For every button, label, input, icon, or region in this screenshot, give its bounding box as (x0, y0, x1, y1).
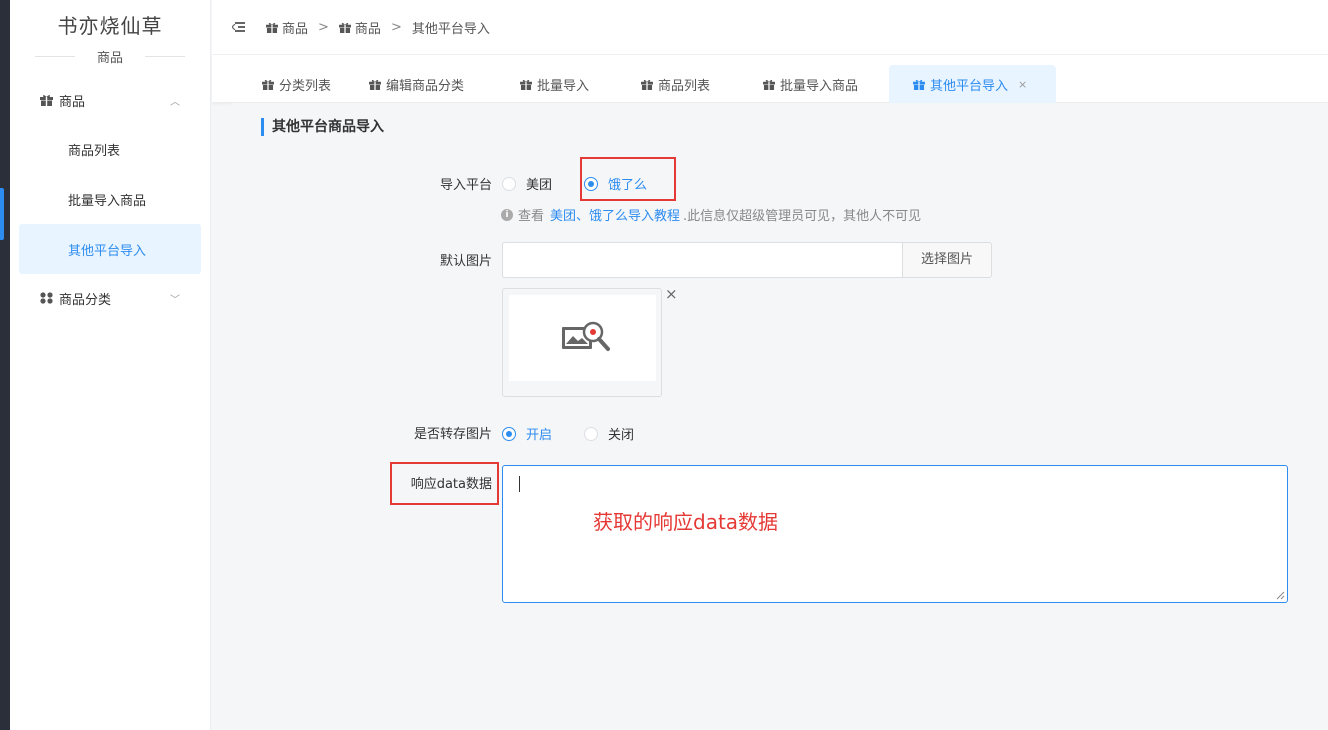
tab-category-list[interactable]: 分类列表 (262, 65, 331, 103)
radio-label: 美团 (526, 178, 553, 193)
radio-label: 开启 (526, 428, 553, 443)
sidebar-group-label: 商品 (59, 94, 86, 110)
radio-circle (584, 426, 598, 441)
hint-suffix: .此信息仅超级管理员可见，其他人不可见 (683, 209, 922, 224)
gift-icon (40, 95, 53, 106)
radio-circle (502, 426, 516, 441)
sidebar-item-batch-import[interactable]: 批量导入商品 (19, 174, 201, 224)
tab-other-platform-import[interactable]: 其他平台导入 × (889, 65, 1056, 103)
radio-disable[interactable]: 关闭 (584, 424, 634, 443)
default-image-label: 默认图片 (439, 254, 492, 269)
gift-icon (913, 79, 925, 90)
breadcrumb-separator: > (318, 19, 329, 35)
choose-image-button[interactable]: 选择图片 (902, 242, 992, 278)
highlight-box-platform (580, 157, 676, 201)
sidebar-item-goods-list[interactable]: 商品列表 (19, 124, 201, 174)
save-image-label: 是否转存图片 (413, 427, 492, 442)
remove-image-icon[interactable]: × (665, 285, 678, 303)
info-icon: i (501, 208, 513, 221)
sidebar-group-category[interactable]: 商品分类 ﹀ (10, 274, 210, 322)
tab-label: 分类列表 (279, 78, 332, 94)
tab-label: 其他平台导入 (930, 78, 1009, 94)
gift-icon (262, 79, 274, 90)
close-icon[interactable]: × (1018, 78, 1027, 91)
breadcrumb-current: 其他平台导入 (411, 21, 490, 37)
chevron-down-icon: ﹀ (170, 294, 180, 306)
breadcrumb-item[interactable]: 商品 (282, 18, 308, 37)
tab-label: 商品列表 (658, 78, 711, 94)
radio-meituan[interactable]: 美团 (502, 174, 552, 193)
gift-icon (369, 79, 381, 90)
hint-prefix: 查看 (518, 209, 545, 224)
tab-edit-category[interactable]: 编辑商品分类 (369, 65, 464, 103)
radio-circle (502, 176, 516, 191)
image-preview[interactable] (502, 288, 662, 397)
brand: 书亦烧仙草 商品 (10, 0, 210, 66)
radio-label: 关闭 (608, 428, 635, 443)
tab-batch-import-goods[interactable]: 批量导入商品 (763, 65, 858, 103)
resize-handle-icon[interactable] (1276, 591, 1285, 600)
collapse-menu-icon[interactable] (232, 21, 246, 33)
tab-label: 批量导入 (537, 78, 590, 94)
tab-label: 批量导入商品 (780, 78, 859, 94)
section-title: 其他平台商品导入 (261, 118, 384, 136)
text-caret (519, 476, 520, 492)
brand-name: 书亦烧仙草 (57, 14, 163, 38)
default-image-input[interactable] (502, 242, 903, 278)
tutorial-link[interactable]: 美团、饿了么导入教程 (550, 205, 680, 224)
chevron-up-icon: ︿ (170, 96, 180, 108)
hint-text: i 查看 美团、饿了么导入教程 .此信息仅超级管理员可见，其他人不可见 (501, 205, 921, 224)
tab-batch-import[interactable]: 批量导入 (520, 65, 589, 103)
highlight-box-response (390, 462, 499, 505)
app-edge-strip (0, 0, 10, 730)
grid-icon (40, 292, 53, 304)
brand-module: 商品 (35, 47, 185, 66)
response-data-textarea[interactable]: 获取的响应data数据 (502, 465, 1288, 603)
gift-icon (266, 22, 278, 33)
tab-label: 编辑商品分类 (386, 78, 465, 94)
annotation-text: 获取的响应data数据 (593, 510, 779, 534)
breadcrumb: 商品 > 商品 > 其他平台导入 (266, 18, 490, 37)
top-header: 商品 > 商品 > 其他平台导入 (212, 0, 1328, 54)
tab-bar: 分类列表 编辑商品分类 批量导入 商品列表 批量导入商品 其他平台导入 × (212, 54, 1328, 103)
active-indicator (0, 188, 4, 240)
sidebar-item-other-platform-import[interactable]: 其他平台导入 (19, 224, 201, 274)
gift-icon (641, 79, 653, 90)
image-placeholder-icon (562, 321, 610, 351)
radio-enable[interactable]: 开启 (502, 424, 552, 443)
tab-goods-list[interactable]: 商品列表 (641, 65, 710, 103)
breadcrumb-separator: > (390, 19, 402, 35)
main-panel: 其他平台商品导入 导入平台 美团 饿了么 i 查看 美团、饿了么导入教程 .此信… (231, 103, 1328, 730)
sidebar: 书亦烧仙草 商品 商品 ︿ 商品列表 批量导入商品 其他平台导入 商品分类 ﹀ (10, 0, 211, 730)
breadcrumb-item[interactable]: 商品 (355, 18, 381, 37)
gift-icon (763, 79, 775, 90)
gift-icon (520, 79, 532, 90)
platform-label: 导入平台 (439, 178, 492, 193)
sidebar-menu: 商品 ︿ 商品列表 批量导入商品 其他平台导入 商品分类 ﹀ (10, 76, 210, 322)
sidebar-group-goods[interactable]: 商品 ︿ (10, 76, 210, 124)
gift-icon (338, 22, 351, 33)
sidebar-group-label: 商品分类 (59, 292, 112, 308)
